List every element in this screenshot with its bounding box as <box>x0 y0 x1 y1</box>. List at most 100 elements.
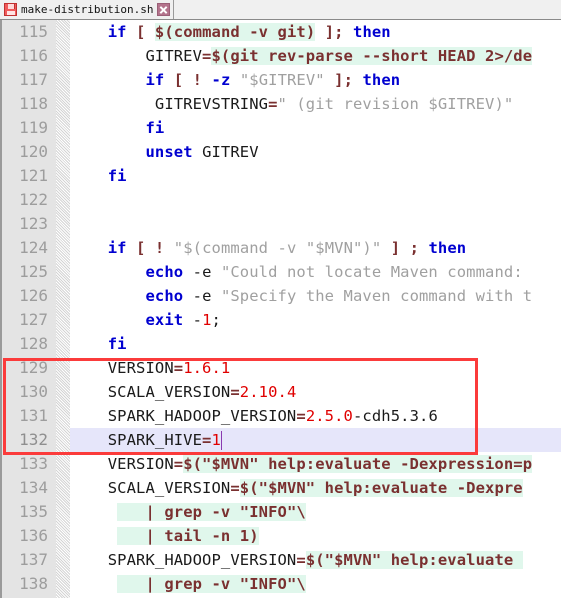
code-token: fi <box>145 119 165 137</box>
tab-bar-empty-area <box>174 0 561 19</box>
code-line[interactable]: 137 SPARK_HADOOP_VERSION=$("$MVN" help:e… <box>0 548 561 572</box>
tab-make-distribution-sh[interactable]: make-distribution.sh <box>0 0 175 19</box>
line-number: 118 <box>19 94 48 113</box>
code-line[interactable]: 133 VERSION=$("$MVN" help:evaluate -Dexp… <box>0 452 561 476</box>
code-token: "Specify the Maven command with t <box>220 287 533 305</box>
line-content[interactable]: SPARK_HIVE=1 <box>70 428 221 452</box>
code-line[interactable]: 124 if [ ! "$(command -v "$MVN")" ] ; th… <box>0 236 561 260</box>
code-token: 2.5.0 <box>305 407 353 425</box>
line-content[interactable]: SPARK_HADOOP_VERSION=2.5.0-cdh5.3.6 <box>70 404 438 428</box>
code-token: VERSION <box>70 359 174 377</box>
code-line[interactable]: 131 SPARK_HADOOP_VERSION=2.5.0-cdh5.3.6 <box>0 404 561 428</box>
line-content[interactable]: | grep -v "INFO"\ <box>70 572 306 596</box>
line-content[interactable]: SPARK_HADOOP_VERSION=$("$MVN" help:evalu… <box>70 548 523 572</box>
code-token: ; <box>211 311 221 329</box>
code-token: GITREV <box>192 143 259 161</box>
line-content[interactable]: if [ $(command -v git) ]; then <box>70 20 391 44</box>
code-line[interactable]: 138 | grep -v "INFO"\ <box>0 572 561 596</box>
code-token: GITREV <box>70 47 203 65</box>
line-content[interactable]: VERSION=1.6.1 <box>70 356 231 380</box>
code-token: fi <box>107 335 127 353</box>
line-content[interactable]: exit -1; <box>70 308 221 332</box>
code-token: ; <box>409 239 420 257</box>
line-number: 133 <box>19 454 48 473</box>
code-line[interactable]: 123 <box>0 212 561 236</box>
code-line[interactable]: 122 <box>0 188 561 212</box>
close-icon[interactable] <box>157 3 171 16</box>
code-token: $(git rev-parse --short HEAD 2>/de <box>211 47 533 65</box>
line-content[interactable]: GITREVSTRING=" (git revision $GITREV)" <box>70 92 513 116</box>
code-token: - <box>183 311 203 329</box>
line-number: 131 <box>19 406 48 425</box>
line-content[interactable]: | grep -v "INFO"\ <box>70 500 306 524</box>
code-token: VERSION <box>70 455 174 473</box>
code-token: = <box>230 479 240 497</box>
line-content[interactable]: SCALA_VERSION=$("$MVN" help:evaluate -De… <box>70 476 523 500</box>
line-number: 119 <box>19 118 48 137</box>
code-token: $("$MVN" help:evaluate <box>305 551 523 569</box>
code-line[interactable]: 134 SCALA_VERSION=$("$MVN" help:evaluate… <box>0 476 561 500</box>
code-token: 1 <box>211 431 221 449</box>
code-line[interactable]: 128 fi <box>0 332 561 356</box>
line-content[interactable]: if [ ! -z "$GITREV" ]; then <box>70 68 400 92</box>
code-line[interactable]: 119 fi <box>0 116 561 140</box>
code-token: SCALA_VERSION <box>70 383 231 401</box>
line-number: 129 <box>19 358 48 377</box>
code-editor[interactable]: 115 if [ $(command -v git) ]; then 116 GI… <box>0 20 561 598</box>
code-line[interactable]: 120 unset GITREV <box>0 140 561 164</box>
line-content[interactable]: unset GITREV <box>70 140 259 164</box>
code-token: SPARK_HADOOP_VERSION <box>70 407 297 425</box>
line-content[interactable]: VERSION=$("$MVN" help:evaluate -Dexpress… <box>70 452 533 476</box>
line-content[interactable]: fi <box>70 332 127 356</box>
code-line[interactable]: 129 VERSION=1.6.1 <box>0 356 561 380</box>
line-number: 122 <box>19 190 48 209</box>
line-number: 121 <box>19 166 48 185</box>
code-token: " (git revision $GITREV)" <box>277 95 514 113</box>
code-token: = <box>173 359 184 377</box>
code-token: SPARK_HIVE <box>70 431 203 449</box>
code-token: -e <box>183 263 221 281</box>
code-line[interactable]: 118 GITREVSTRING=" (git revision $GITREV… <box>0 92 561 116</box>
code-token: GITREVSTRING <box>70 95 269 113</box>
code-token: echo <box>145 287 184 305</box>
code-token: $("$MVN" help:evaluate -Dexpression=p <box>183 455 533 473</box>
code-line[interactable]: 136 | tail -n 1) <box>0 524 561 548</box>
code-line[interactable]: 126 echo -e "Specify the Maven command w… <box>0 284 561 308</box>
code-line[interactable]: 135 | grep -v "INFO"\ <box>0 500 561 524</box>
code-line[interactable]: 121 fi <box>0 164 561 188</box>
line-content[interactable]: if [ ! "$(command -v "$MVN")" ] ; then <box>70 236 466 260</box>
line-content[interactable]: | tail -n 1) <box>70 524 259 548</box>
line-number: 138 <box>19 574 48 593</box>
line-number: 135 <box>19 502 48 521</box>
line-content[interactable]: fi <box>70 164 127 188</box>
code-line[interactable]: 116 GITREV=$(git rev-parse --short HEAD … <box>0 44 561 68</box>
code-line[interactable]: 130 SCALA_VERSION=2.10.4 <box>0 380 561 404</box>
code-token: if <box>145 71 165 89</box>
line-content[interactable]: fi <box>70 116 164 140</box>
line-content[interactable]: echo -e "Specify the Maven command with … <box>70 284 532 308</box>
code-line[interactable]: 132 SPARK_HIVE=1 <box>0 428 561 452</box>
code-token: then <box>353 23 391 41</box>
code-line[interactable]: 125 echo -e "Could not locate Maven comm… <box>0 260 561 284</box>
code-line[interactable]: 115 if [ $(command -v git) ]; then <box>0 20 561 44</box>
line-number: 134 <box>19 478 48 497</box>
line-content[interactable]: echo -e "Could not locate Maven command: <box>70 260 523 284</box>
code-line[interactable]: 117 if [ ! -z "$GITREV" ]; then <box>0 68 561 92</box>
line-number: 116 <box>19 46 48 65</box>
code-line[interactable]: 127 exit -1; <box>0 308 561 332</box>
line-content[interactable]: GITREV=$(git rev-parse --short HEAD 2>/d… <box>70 44 533 68</box>
line-content[interactable]: SCALA_VERSION=2.10.4 <box>70 380 297 404</box>
